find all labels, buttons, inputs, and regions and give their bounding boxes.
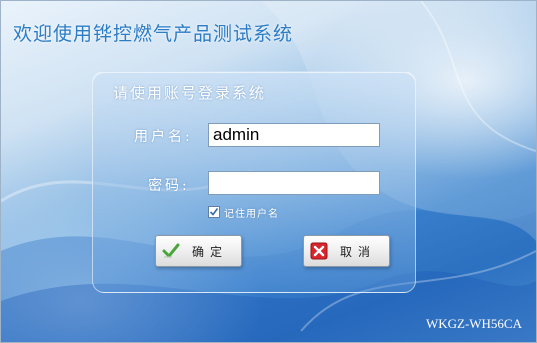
cancel-button[interactable]: 取消 [303, 235, 390, 267]
close-icon [310, 242, 328, 260]
username-input[interactable] [208, 123, 380, 147]
login-window: 欢迎使用铧控燃气产品测试系统 请使用账号登录系统 用户名: 密码: 记住用户名 … [0, 0, 537, 343]
model-code: WKGZ-WH56CA [425, 316, 522, 331]
username-label: 用户名: [134, 129, 193, 145]
remember-username-checkbox[interactable] [208, 206, 220, 218]
remember-username-row[interactable]: 记住用户名 [208, 205, 279, 220]
login-panel: 请使用账号登录系统 用户名: 密码: 记住用户名 确定 [92, 71, 416, 293]
cancel-button-label: 取消 [340, 244, 377, 259]
password-input[interactable] [208, 171, 380, 195]
app-title: 欢迎使用铧控燃气产品测试系统 [13, 23, 294, 45]
remember-username-label: 记住用户名 [224, 208, 279, 220]
checkmark-icon [162, 242, 180, 260]
ok-button-label: 确定 [192, 244, 229, 259]
ok-button[interactable]: 确定 [155, 235, 242, 267]
login-heading: 请使用账号登录系统 [113, 84, 267, 102]
checkbox-checked-icon [209, 208, 219, 216]
password-label: 密码: [148, 178, 190, 194]
